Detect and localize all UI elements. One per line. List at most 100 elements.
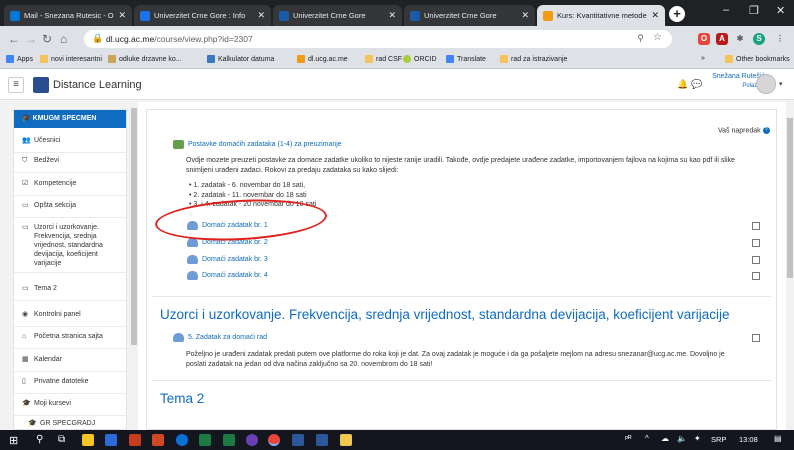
- store-icon[interactable]: [82, 434, 94, 446]
- close-icon[interactable]: ✕: [118, 10, 126, 21]
- sidebar-item-general-section[interactable]: ▭ Opšta sekcija: [14, 201, 126, 218]
- notification-center-icon[interactable]: ▤: [774, 434, 782, 443]
- word-icon[interactable]: [316, 434, 328, 446]
- chevron-down-icon[interactable]: ▾: [779, 80, 783, 88]
- bookmark-other[interactable]: Other bookmarks: [725, 55, 790, 63]
- sidebar-item-my-courses[interactable]: 🎓 Moji kursevi: [14, 399, 126, 416]
- reload-icon[interactable]: ↻: [42, 32, 52, 46]
- home-icon[interactable]: ⌂: [60, 32, 67, 46]
- speaker-icon[interactable]: 🔈: [677, 434, 687, 443]
- sidebar-course-header[interactable]: 🎓 KMUGM SPECMEN: [14, 110, 126, 128]
- new-tab-button[interactable]: +: [669, 6, 685, 22]
- language-indicator[interactable]: SRP: [711, 435, 726, 444]
- close-icon[interactable]: ✕: [651, 10, 659, 21]
- extensions-icon[interactable]: ✱: [734, 33, 746, 45]
- bookmark-kalkulator[interactable]: Kalkulator datuma: [207, 55, 274, 63]
- file-icon: ▯: [22, 378, 26, 385]
- star-icon[interactable]: ☆: [653, 32, 662, 43]
- section-title-tema-2[interactable]: Tema 2: [160, 391, 204, 406]
- edge-icon[interactable]: [176, 434, 188, 446]
- sidebar-item-tema-2[interactable]: ▭ Tema 2: [14, 284, 126, 301]
- cloud-icon[interactable]: ☁: [661, 434, 669, 443]
- menu-icon[interactable]: ⋮: [774, 33, 786, 45]
- sidebar-item-badges[interactable]: ⛉ Bedževi: [14, 156, 126, 173]
- excel-icon[interactable]: [199, 434, 211, 446]
- messages-icon[interactable]: 💬: [691, 79, 702, 90]
- back-icon[interactable]: ←: [8, 32, 20, 46]
- notification-bell-icon[interactable]: 🔔: [677, 79, 688, 90]
- pinned-app-icon[interactable]: [340, 434, 352, 446]
- sidebar-item-calendar[interactable]: ▦ Kalendar: [14, 355, 126, 372]
- main-scrollbar-thumb[interactable]: [787, 118, 793, 278]
- browser-tab-course[interactable]: Kurs: Kvantitativne metode ✕: [537, 5, 665, 26]
- excel-icon-2[interactable]: [223, 434, 235, 446]
- restore-icon[interactable]: ❐: [749, 4, 759, 17]
- powerpoint-icon-2[interactable]: [152, 434, 164, 446]
- close-icon[interactable]: ✕: [521, 10, 529, 21]
- url-input[interactable]: 🔒 dl.ucg.ac.me/course/view.php?id=2307 ⚲…: [84, 30, 672, 48]
- help-icon[interactable]: ?: [762, 127, 770, 134]
- home-icon: ⌂: [22, 333, 27, 340]
- close-icon[interactable]: ✕: [388, 10, 396, 21]
- search-icon[interactable]: ⚲: [36, 434, 43, 445]
- clock[interactable]: 13:08: [739, 435, 758, 444]
- close-icon[interactable]: ✕: [257, 10, 265, 21]
- bookmark-folder[interactable]: rad CSF: [365, 55, 402, 63]
- avatar[interactable]: [756, 74, 776, 94]
- completion-checkbox[interactable]: [752, 334, 760, 342]
- browser-tab-ucg-info[interactable]: Univerzitet Crne Gore : Info ✕: [134, 5, 271, 26]
- pdf-extension-icon[interactable]: A: [716, 33, 728, 45]
- completion-checkbox[interactable]: [752, 272, 760, 280]
- site-logo[interactable]: [33, 77, 49, 93]
- app-icon[interactable]: [246, 434, 258, 446]
- sidebar-item-competencies[interactable]: ☑ Kompetencije: [14, 179, 126, 196]
- people-icon[interactable]: ᵖᴿ: [625, 434, 632, 443]
- forward-icon[interactable]: →: [25, 32, 37, 46]
- bookmark-odluke[interactable]: odluke drzavne ko...: [108, 55, 182, 63]
- windows-start-icon[interactable]: ⊞: [9, 434, 18, 447]
- task-view-icon[interactable]: ⧉: [58, 434, 65, 445]
- assignment-link-5[interactable]: 5. Zadatak za domaći rad: [173, 333, 267, 342]
- sidebar-item-participants[interactable]: 👥 Učesnici: [14, 136, 126, 153]
- bookmark-folder[interactable]: rad za istrazivanje: [500, 55, 567, 63]
- zoom-search-icon[interactable]: ⚲: [637, 33, 644, 44]
- network-icon[interactable]: ✦: [694, 434, 701, 443]
- url-domain: dl.ucg.ac.me: [106, 34, 155, 44]
- completion-checkbox[interactable]: [752, 256, 760, 264]
- sidebar-item-section-1[interactable]: ▭ Uzorci i uzorkovanje. Frekvencija, sred…: [14, 223, 126, 273]
- forum-link[interactable]: Postavke domaćih zadataka (1-4) za preuz…: [173, 140, 342, 149]
- sidebar-item-site-home[interactable]: ⌂ Početna stranica sajta: [14, 332, 126, 349]
- completion-checkbox[interactable]: [752, 222, 760, 230]
- browser-tab-ucg-2[interactable]: Univerzitet Crne Gore ✕: [404, 5, 535, 26]
- bookmark-orcid[interactable]: ORCID: [403, 55, 437, 63]
- browser-tab-ucg[interactable]: Univerzitet Crne Gore ✕: [273, 5, 402, 26]
- bookmark-dl[interactable]: dl.ucg.ac.me: [297, 55, 348, 63]
- mail-icon[interactable]: [105, 434, 117, 446]
- assignment-link-3[interactable]: Domaći zadatak br. 3: [187, 255, 268, 264]
- file-explorer-icon[interactable]: [292, 434, 304, 446]
- sidebar-item-dashboard[interactable]: ◉ Kontrolni panel: [14, 310, 126, 327]
- site-name[interactable]: Distance Learning: [53, 79, 142, 91]
- powerpoint-icon[interactable]: [129, 434, 141, 446]
- window-close-icon[interactable]: ✕: [776, 4, 785, 17]
- assignment-link-4[interactable]: Domaći zadatak br. 4: [187, 271, 268, 280]
- minimize-icon[interactable]: –: [723, 4, 729, 16]
- completion-checkbox[interactable]: [752, 239, 760, 247]
- section-title-sample[interactable]: Uzorci i uzorkovanje. Frekvencija, sredn…: [160, 307, 730, 322]
- bookmarks-overflow[interactable]: »: [701, 55, 705, 62]
- sidebar-item-private-files[interactable]: ▯ Privatne datoteke: [14, 377, 126, 394]
- profile-icon[interactable]: S: [753, 33, 765, 45]
- chevron-up-icon[interactable]: ^: [645, 434, 649, 443]
- browser-tab-mail[interactable]: Mail - Snezana Rutesic - Ou ✕: [4, 5, 132, 26]
- bookmark-folder[interactable]: novi interesantni: [40, 55, 102, 63]
- forum-icon: [173, 140, 184, 149]
- orcid-icon: [403, 55, 411, 63]
- translate-icon: [446, 55, 454, 63]
- opera-extension-icon[interactable]: O: [698, 33, 710, 45]
- bookmark-apps[interactable]: Apps: [6, 55, 33, 63]
- hamburger-icon[interactable]: ≡: [8, 77, 24, 93]
- bookmark-translate[interactable]: Translate: [446, 55, 486, 63]
- chrome-icon[interactable]: [268, 434, 280, 446]
- folder-icon: ▭: [22, 285, 29, 292]
- sidebar-scrollbar-thumb[interactable]: [131, 108, 137, 345]
